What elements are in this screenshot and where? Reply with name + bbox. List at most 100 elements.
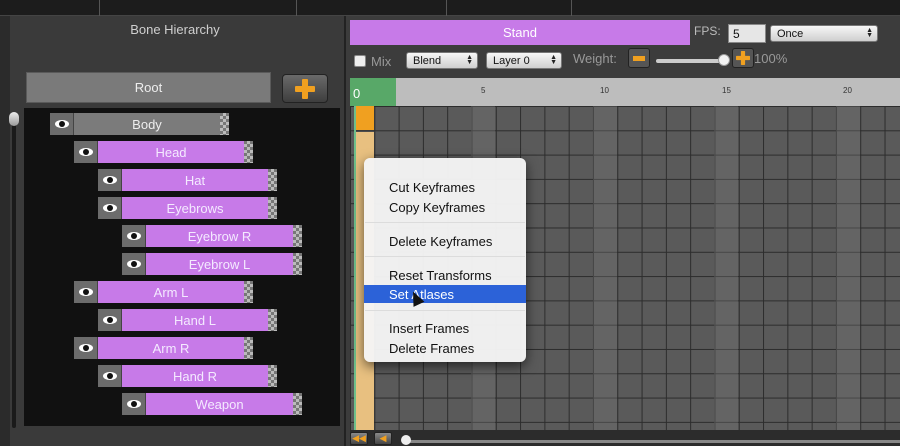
transparency-swatch	[244, 141, 253, 163]
animation-name[interactable]: Stand	[350, 20, 690, 45]
plus-icon	[295, 78, 315, 99]
eye-icon	[102, 204, 117, 212]
bone-row-eyebrows[interactable]: Eyebrows	[98, 197, 277, 219]
eye-icon	[126, 232, 141, 240]
bone-hierarchy-panel: Bone Hierarchy Root Body Head Hat Eyebro…	[9, 16, 344, 446]
layer-select[interactable]: Layer 0 ▲ ▼	[486, 52, 562, 69]
eye-icon	[78, 344, 93, 352]
visibility-toggle[interactable]	[122, 393, 146, 415]
playhead[interactable]	[354, 106, 356, 436]
weight-decrease-button[interactable]	[628, 48, 650, 68]
bone-row-hand-l[interactable]: Hand L	[98, 309, 277, 331]
select-arrows-icon: ▲ ▼	[866, 27, 873, 39]
transparency-swatch	[293, 225, 302, 247]
scroll-thumb[interactable]	[9, 112, 19, 126]
step-back-button[interactable]: ◀	[374, 432, 392, 445]
menu-item-delete-frames[interactable]: Delete Frames	[364, 339, 526, 357]
blend-mode-value: Blend	[413, 54, 442, 67]
transparency-swatch	[268, 169, 277, 191]
ruler-tick: 10	[600, 86, 609, 95]
root-button[interactable]: Root	[26, 72, 271, 103]
select-arrows-icon: ▲ ▼	[550, 54, 557, 66]
eye-icon	[78, 288, 93, 296]
eye-icon	[78, 148, 93, 156]
timeline-ruler[interactable]: 0 5 10 15 20	[350, 78, 900, 106]
visibility-toggle[interactable]	[98, 365, 122, 387]
visibility-toggle[interactable]	[74, 337, 98, 359]
menu-item-reset-transforms[interactable]: Reset Transforms	[364, 266, 526, 284]
visibility-toggle[interactable]	[74, 281, 98, 303]
bone-row-arm-r[interactable]: Arm R	[74, 337, 253, 359]
transparency-swatch	[268, 365, 277, 387]
fps-input[interactable]: 5	[728, 24, 766, 43]
bone-name: Hand R	[122, 365, 268, 387]
add-bone-button[interactable]	[282, 74, 328, 103]
fps-label: FPS:	[694, 24, 721, 38]
eye-icon	[54, 120, 69, 128]
top-strip-segment	[0, 0, 100, 16]
menu-item-cut-keyframes[interactable]: Cut Keyframes	[364, 178, 526, 196]
visibility-toggle[interactable]	[98, 197, 122, 219]
top-strip-segment	[100, 0, 297, 16]
bone-name: Body	[74, 113, 220, 135]
bone-row-arm-l[interactable]: Arm L	[74, 281, 253, 303]
mix-checkbox[interactable]	[354, 55, 366, 67]
weight-increase-button[interactable]	[732, 48, 754, 68]
bone-row-head[interactable]: Head	[74, 141, 253, 163]
transparency-swatch	[244, 281, 253, 303]
blend-mode-select[interactable]: Blend ▲ ▼	[406, 52, 478, 69]
ruler-tick: 15	[722, 86, 731, 95]
top-strip-segment	[447, 0, 572, 16]
weight-slider-thumb[interactable]	[718, 54, 730, 66]
keyframe-cell[interactable]	[354, 106, 374, 130]
transport-bar: ◀◀ ◀	[350, 430, 900, 446]
menu-item-delete-keyframes[interactable]: Delete Keyframes	[364, 232, 526, 250]
menu-item-insert-frames[interactable]: Insert Frames	[364, 319, 526, 337]
hierarchy-scrollbar[interactable]	[9, 112, 19, 442]
eye-icon	[126, 260, 141, 268]
visibility-toggle[interactable]	[74, 141, 98, 163]
weight-label: Weight:	[573, 51, 617, 66]
bone-row-eyebrow-l[interactable]: Eyebrow L	[122, 253, 302, 275]
layer-value: Layer 0	[493, 54, 530, 67]
ruler-tick: 5	[481, 86, 486, 95]
rewind-button[interactable]: ◀◀	[350, 432, 368, 445]
bone-name: Arm R	[98, 337, 244, 359]
weight-value: 100%	[754, 51, 788, 66]
eye-icon	[102, 176, 117, 184]
bone-row-hand-r[interactable]: Hand R	[98, 365, 277, 387]
bone-name: Weapon	[146, 393, 293, 415]
frame-band	[714, 106, 738, 436]
select-arrows-icon: ▲ ▼	[466, 54, 473, 66]
bone-row-weapon[interactable]: Weapon	[122, 393, 302, 415]
visibility-toggle[interactable]	[98, 169, 122, 191]
visibility-toggle[interactable]	[50, 113, 74, 135]
context-menu: Cut Keyframes Copy Keyframes Delete Keyf…	[364, 158, 526, 362]
eye-icon	[126, 400, 141, 408]
bone-name: Head	[98, 141, 244, 163]
menu-item-set-atlases[interactable]: Set Atlases	[364, 285, 526, 303]
top-strip-segment	[297, 0, 447, 16]
bone-tree: Body Head Hat Eyebrows Eyebrow R Eyebrow…	[24, 108, 340, 426]
transparency-swatch	[220, 113, 229, 135]
bone-row-eyebrow-r[interactable]: Eyebrow R	[122, 225, 302, 247]
rewind-icon: ◀◀	[352, 433, 366, 443]
menu-item-copy-keyframes[interactable]: Copy Keyframes	[364, 198, 526, 216]
transparency-swatch	[244, 337, 253, 359]
transparency-swatch	[268, 309, 277, 331]
bone-row-body[interactable]: Body	[50, 113, 229, 135]
loop-mode-select[interactable]: Once ▲ ▼	[770, 25, 878, 42]
bone-name: Arm L	[98, 281, 244, 303]
transparency-swatch	[293, 393, 302, 415]
weight-slider[interactable]	[656, 59, 726, 63]
bone-name: Eyebrows	[122, 197, 268, 219]
visibility-toggle[interactable]	[98, 309, 122, 331]
top-strip	[0, 0, 900, 16]
playback-slider-thumb[interactable]	[401, 435, 411, 445]
visibility-toggle[interactable]	[122, 253, 146, 275]
playback-slider[interactable]	[402, 440, 900, 443]
panel-title: Bone Hierarchy	[130, 22, 220, 37]
bone-row-hat[interactable]: Hat	[98, 169, 277, 191]
visibility-toggle[interactable]	[122, 225, 146, 247]
frame-band	[593, 106, 617, 436]
